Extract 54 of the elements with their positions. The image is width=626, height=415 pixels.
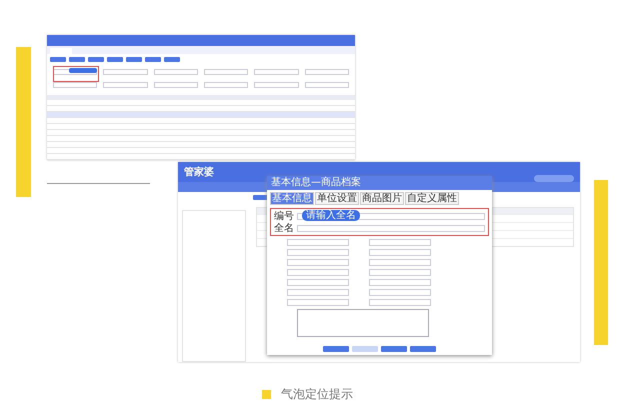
input-field[interactable] (287, 279, 349, 286)
input-field[interactable] (369, 249, 431, 256)
dialog-tab[interactable]: 单位设置 (315, 192, 359, 205)
filter-field[interactable] (304, 69, 349, 75)
input-field[interactable] (287, 299, 349, 306)
table-row[interactable] (47, 154, 355, 160)
filter-field[interactable] (204, 69, 248, 75)
tooltip-bubble: 请输入全名 (302, 210, 360, 221)
input-field[interactable] (369, 259, 431, 266)
filter-field[interactable] (254, 69, 299, 75)
filter-field[interactable] (154, 69, 198, 75)
dialog-tab[interactable]: 自定义属性 (405, 192, 459, 205)
bullet-square (262, 390, 271, 399)
table-row[interactable] (47, 106, 355, 112)
dialog-button[interactable] (381, 346, 407, 352)
input-field[interactable] (369, 279, 431, 286)
memo-field[interactable] (297, 309, 429, 337)
table-row[interactable] (47, 136, 355, 142)
input-field[interactable] (369, 289, 431, 296)
filter-field[interactable] (103, 82, 148, 88)
table-row[interactable] (47, 100, 355, 106)
field-label: 编号 (274, 210, 294, 223)
search-field[interactable] (534, 174, 574, 182)
dialog-button[interactable] (410, 346, 436, 352)
input-field[interactable] (287, 269, 349, 276)
input-field[interactable] (369, 239, 431, 246)
filter-field[interactable] (154, 82, 198, 88)
dialog-button[interactable] (323, 346, 349, 352)
filter-field[interactable] (204, 82, 248, 88)
input-field[interactable] (369, 299, 431, 306)
dialog-tab[interactable]: 基本信息 (270, 192, 314, 205)
dialog-tab[interactable]: 商品图片 (360, 192, 404, 205)
filter-field[interactable] (304, 82, 349, 88)
input-field[interactable] (287, 259, 349, 266)
dialog-title: 基本信息—商品档案 (267, 176, 492, 190)
table-row[interactable] (47, 112, 355, 118)
app-logo: 管家婆 (184, 165, 214, 179)
filter-field[interactable] (103, 69, 148, 75)
filter-field[interactable] (254, 82, 299, 88)
table-row[interactable] (47, 130, 355, 136)
table-row[interactable] (47, 148, 355, 154)
input-field[interactable] (287, 249, 349, 256)
tooltip-bubble (69, 68, 97, 73)
input-field[interactable] (287, 239, 349, 246)
input-field[interactable] (287, 289, 349, 296)
input-field[interactable] (297, 224, 485, 232)
field-label: 全名 (274, 222, 294, 235)
caption: 气泡定位提示 (281, 386, 353, 403)
table-row[interactable] (47, 118, 355, 124)
dialog-button[interactable] (352, 346, 378, 352)
highlight-frame (53, 66, 99, 82)
table-row[interactable] (47, 142, 355, 148)
table-row[interactable] (47, 124, 355, 130)
input-field[interactable] (369, 269, 431, 276)
